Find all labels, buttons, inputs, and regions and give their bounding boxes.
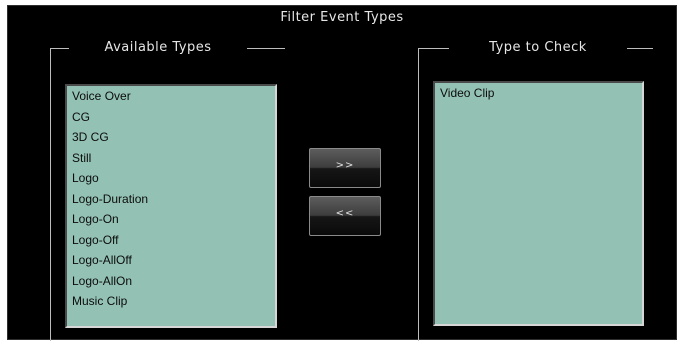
remove-type-button[interactable]: << xyxy=(309,196,381,236)
list-item[interactable]: Logo xyxy=(67,168,275,189)
list-item[interactable]: Voice Over xyxy=(67,86,275,107)
type-to-check-group: Type to Check Video Clip xyxy=(418,40,653,341)
available-types-label: Available Types xyxy=(69,40,247,55)
list-item[interactable]: Still xyxy=(67,148,275,169)
list-item[interactable]: Logo-Duration xyxy=(67,189,275,210)
list-item[interactable]: Music Clip xyxy=(67,291,275,312)
dialog-title: Filter Event Types xyxy=(280,10,404,25)
list-item[interactable]: CG xyxy=(67,107,275,128)
list-item[interactable]: Logo-Off xyxy=(67,230,275,251)
list-item[interactable]: Logo-AllOff xyxy=(67,250,275,271)
type-to-check-list[interactable]: Video Clip xyxy=(433,81,644,326)
available-types-group: Available Types Voice Over CG 3D CG Still Lo… xyxy=(50,40,285,341)
list-item[interactable]: 3D CG xyxy=(67,127,275,148)
list-item[interactable]: Logo-On xyxy=(67,209,275,230)
filter-event-types-dialog: Filter Event Types Available Types Voice… xyxy=(7,5,677,341)
type-to-check-label: Type to Check xyxy=(449,40,627,55)
list-item[interactable]: Logo-AllOn xyxy=(67,271,275,292)
add-type-button[interactable]: >> xyxy=(309,148,381,188)
list-item[interactable]: Video Clip xyxy=(435,83,642,104)
available-types-list[interactable]: Voice Over CG 3D CG Still Logo Logo-Duration L… xyxy=(65,84,277,328)
